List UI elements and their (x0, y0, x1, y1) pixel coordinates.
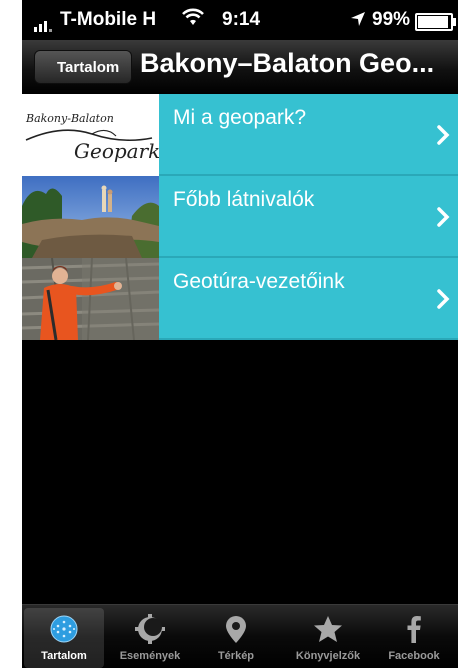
phone-screen: T-Mobile H 9:14 99% Tartalom Bakony–Bala… (22, 0, 458, 668)
geopark-logo-image: Bakony-Balaton Geopark (22, 94, 159, 176)
tab-esemenyek[interactable]: Események (110, 608, 190, 668)
chevron-right-icon (437, 125, 450, 145)
tab-label: Facebook (388, 650, 440, 662)
navigation-bar: Tartalom Bakony–Balaton Geo... (22, 40, 458, 94)
battery-percent: 99% (372, 9, 411, 30)
tab-label: Események (119, 650, 181, 662)
map-pin-icon (226, 616, 246, 643)
tab-konyvjelzok[interactable]: Könyvjelzők (288, 608, 368, 668)
tab-facebook[interactable]: Facebook (374, 608, 454, 668)
tab-bar: Tartalom Események Térkép Könyvjelzők Fa… (22, 604, 458, 668)
back-button-label: Tartalom (57, 59, 120, 76)
carrier-name: T-Mobile H (60, 9, 157, 30)
tab-label: Térkép (217, 650, 255, 662)
page-title: Bakony–Balaton Geo... (140, 48, 435, 78)
gear-moon-icon (135, 614, 165, 644)
facebook-icon (407, 616, 421, 643)
chevron-right-icon (437, 289, 450, 309)
tab-label: Könyvjelzők (295, 650, 361, 662)
list-item-label: Geotúra-vezetőink (173, 270, 345, 293)
list-item-sights[interactable]: Főbb látnivalók (22, 176, 458, 258)
logo-text-bottom: Geopark (74, 139, 159, 163)
chevron-right-icon (437, 207, 450, 227)
tab-tartalom[interactable]: Tartalom (24, 608, 104, 668)
star-icon (314, 616, 342, 642)
wifi-icon (182, 8, 204, 25)
status-bar: T-Mobile H 9:14 99% (22, 0, 458, 40)
list-item-geopark[interactable]: Bakony-Balaton Geopark Mi a geopark? (22, 94, 458, 176)
location-arrow-icon (351, 12, 365, 26)
guides-thumbnail (22, 258, 159, 340)
tab-terkep[interactable]: Térkép (196, 608, 276, 668)
list-item-cell[interactable]: Geotúra-vezetőink (159, 258, 458, 340)
battery-icon (415, 13, 456, 31)
tour-guide-photo (22, 258, 159, 340)
status-time: 9:14 (222, 9, 261, 30)
list-item-cell[interactable]: Mi a geopark? (159, 94, 458, 176)
geopark-logo-thumbnail: Bakony-Balaton Geopark (22, 94, 159, 176)
logo-text-top: Bakony-Balaton (25, 112, 114, 125)
list-item-guides[interactable]: Geotúra-vezetőink (22, 258, 458, 340)
rock-formation-photo (22, 176, 159, 258)
signal-icon (34, 10, 54, 32)
sights-thumbnail (22, 176, 159, 258)
back-button[interactable]: Tartalom (34, 50, 133, 84)
list-item-cell[interactable]: Főbb látnivalók (159, 176, 458, 258)
tab-label: Tartalom (41, 650, 87, 662)
globe-icon (50, 615, 78, 643)
list-item-label: Főbb látnivalók (173, 188, 315, 211)
list-item-label: Mi a geopark? (173, 106, 307, 129)
